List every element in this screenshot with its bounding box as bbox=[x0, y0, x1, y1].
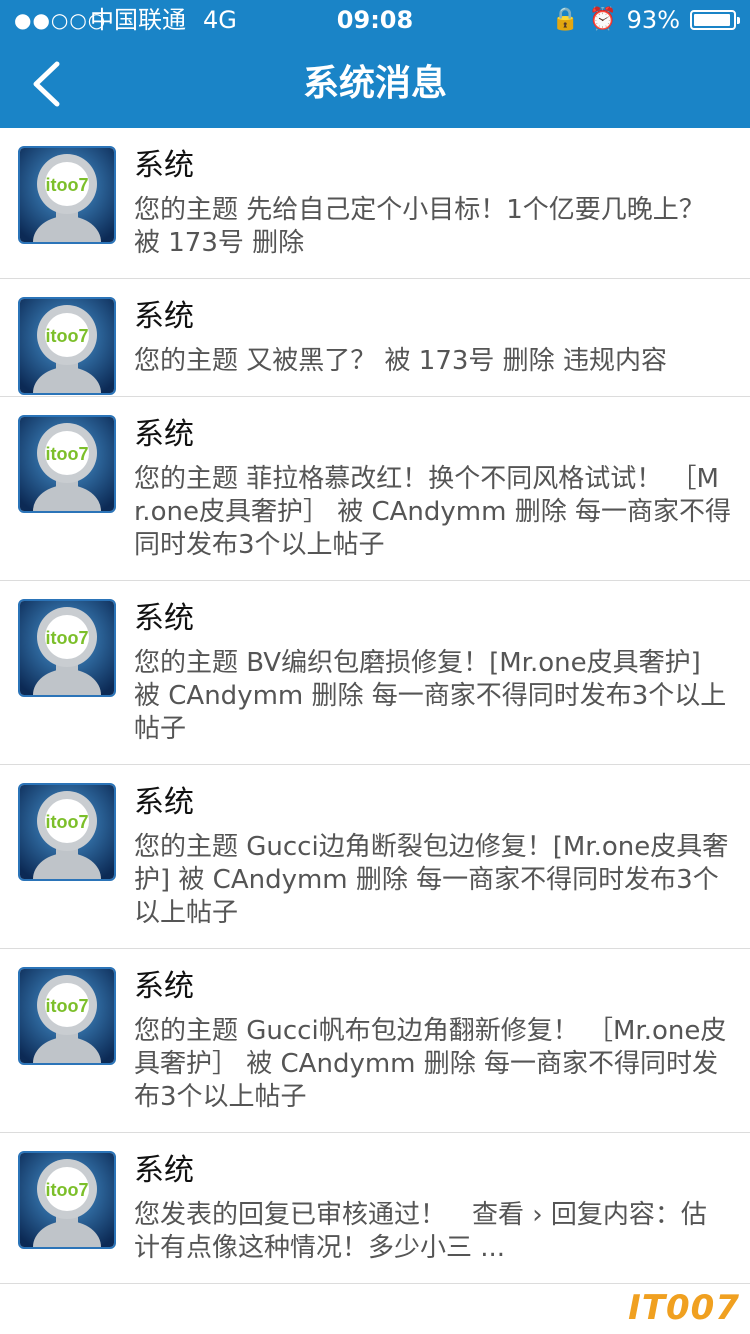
rotation-lock-icon: 🔒 bbox=[551, 7, 580, 32]
message-item[interactable]: itoo7 系统您的主题 Gucci帆布包边角翻新修复！ ［Mr.one皮具奢护］… bbox=[0, 949, 750, 1133]
status-bar: ●●○○○ 中国联通 4G 09:08 🔒 ⏰ 93% bbox=[0, 0, 750, 40]
avatar: itoo7 bbox=[18, 297, 116, 395]
message-text: 您的主题 菲拉格慕改红！换个不同风格试试！ ［Mr.one皮具奢护］ 被 CAn… bbox=[134, 464, 731, 560]
avatar-logo-text: itoo7 bbox=[46, 326, 89, 346]
message-item[interactable]: itoo7 系统您的主题 BV编织包磨损修复！[Mr.one皮具奢护] 被 CAn… bbox=[0, 581, 750, 765]
avatar-logo-text: itoo7 bbox=[46, 628, 89, 648]
message-item[interactable]: itoo7 系统您的主题 又被黑了？ 被 173号 删除 违规内容 bbox=[0, 279, 750, 397]
avatar: itoo7 bbox=[18, 599, 116, 697]
status-right: 🔒 ⏰ 93% bbox=[551, 0, 740, 40]
battery-percent: 93% bbox=[626, 6, 680, 34]
avatar-logo-text: itoo7 bbox=[46, 1180, 89, 1200]
message-item[interactable]: itoo7 系统您的主题 Gucci边角断裂包边修复！[Mr.one皮具奢护] 被… bbox=[0, 765, 750, 949]
message-sender: 系统 bbox=[134, 601, 194, 636]
avatar: itoo7 bbox=[18, 415, 116, 513]
message-sender: 系统 bbox=[134, 417, 194, 452]
avatar: itoo7 bbox=[18, 146, 116, 244]
avatar: itoo7 bbox=[18, 967, 116, 1065]
avatar-logo-text: itoo7 bbox=[46, 444, 89, 464]
alarm-icon: ⏰ bbox=[589, 7, 617, 32]
message-text: 您的主题 先给自己定个小目标！1个亿要几晚上？ 被 173号 删除 bbox=[134, 195, 705, 258]
page-title: 系统消息 bbox=[302, 63, 447, 104]
message-text: 您的主题 又被黑了？ 被 173号 删除 违规内容 bbox=[134, 346, 667, 376]
message-sender: 系统 bbox=[134, 148, 194, 183]
message-text: 您的主题 Gucci帆布包边角翻新修复！ ［Mr.one皮具奢护］ 被 CAnd… bbox=[134, 1016, 727, 1112]
message-sender: 系统 bbox=[134, 969, 194, 1004]
nav-bar: 系统消息 bbox=[0, 40, 750, 128]
avatar-logo-text: itoo7 bbox=[46, 812, 89, 832]
avatar-logo-text: itoo7 bbox=[46, 996, 89, 1016]
watermark-logo: IT007 bbox=[628, 1288, 740, 1328]
avatar: itoo7 bbox=[18, 783, 116, 881]
message-item[interactable]: itoo7 系统您的主题 先给自己定个小目标！1个亿要几晚上？ 被 173号 删除 bbox=[0, 128, 750, 279]
message-text: 您的主题 BV编织包磨损修复！[Mr.one皮具奢护] 被 CAndymm 删除… bbox=[134, 648, 727, 744]
message-sender: 系统 bbox=[134, 299, 194, 334]
battery-icon bbox=[690, 10, 740, 30]
avatar: itoo7 bbox=[18, 1151, 116, 1249]
message-sender: 系统 bbox=[134, 1153, 194, 1188]
message-item[interactable]: itoo7 系统您的主题 菲拉格慕改红！换个不同风格试试！ ［Mr.one皮具奢护… bbox=[0, 397, 750, 581]
message-list: itoo7 系统 您的主题 先给自己定个小目标！1个亿要几晚上？ 被 173号 删除… bbox=[0, 128, 750, 1284]
message-text: 您的主题 Gucci边角断裂包边修复！[Mr.one皮具奢护] 被 CAndym… bbox=[134, 832, 729, 928]
message-sender: 系统 bbox=[134, 785, 194, 820]
top-bar: ●●○○○ 中国联通 4G 09:08 🔒 ⏰ 93% 系统消息 bbox=[0, 0, 750, 128]
avatar-logo-text: itoo7 bbox=[46, 175, 89, 195]
message-text: 您发表的回复已审核通过！ 查看 › 回复内容：估计有点像这种情况！多少小三 ..… bbox=[134, 1200, 707, 1263]
message-item[interactable]: itoo7 系统您发表的回复已审核通过！ 查看 › 回复内容：估计有点像这种情况！… bbox=[0, 1133, 750, 1284]
